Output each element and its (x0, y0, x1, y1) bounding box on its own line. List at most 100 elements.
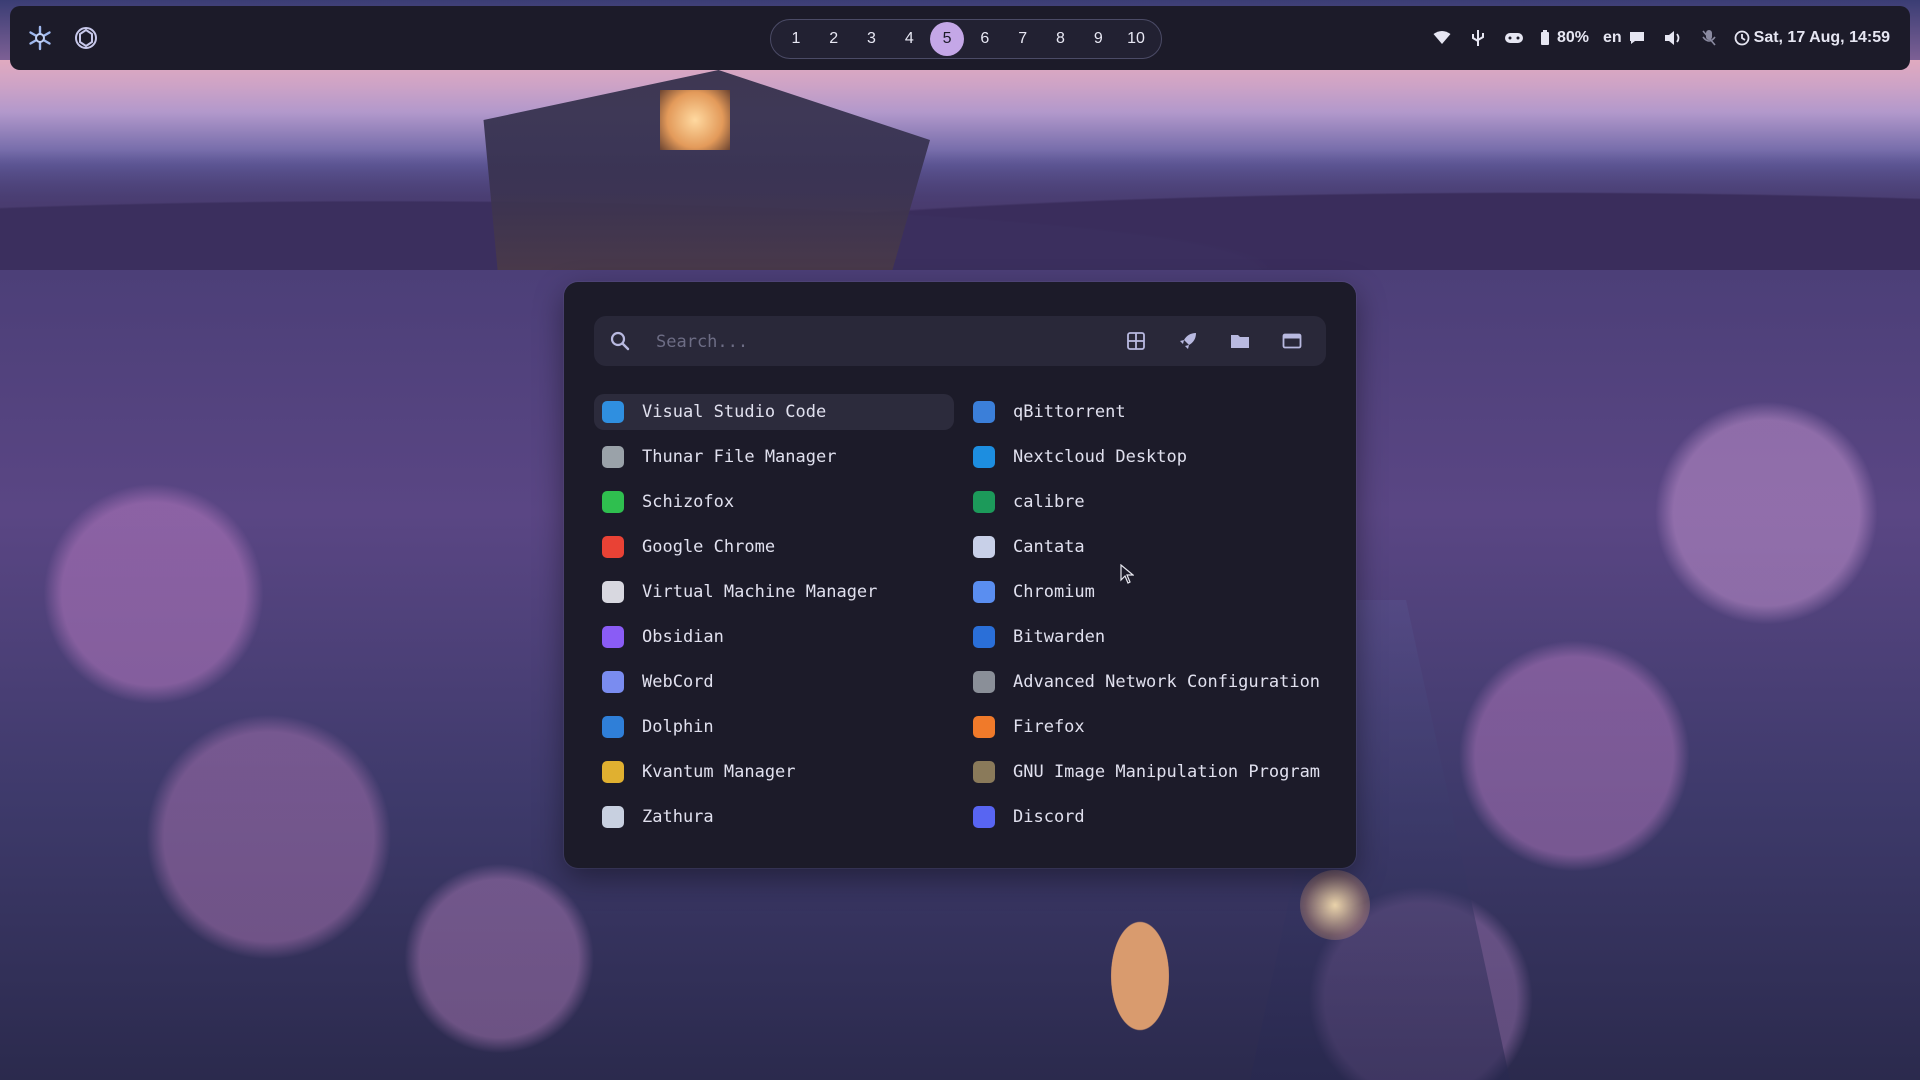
virt-manager-icon (602, 581, 624, 603)
app-item-calibre[interactable]: calibre (965, 484, 1325, 520)
cantata-icon (973, 536, 995, 558)
search-input[interactable] (654, 316, 1078, 368)
chrome-icon (602, 536, 624, 558)
app-item-thunar[interactable]: Thunar File Manager (594, 439, 954, 475)
app-label: Visual Studio Code (642, 402, 827, 422)
bitwarden-icon (973, 626, 995, 648)
workspace-button-5[interactable]: 5 (930, 22, 965, 56)
obsidian-icon (602, 626, 624, 648)
app-item-schizofox[interactable]: Schizofox (594, 484, 954, 520)
wallpaper-lantern (1300, 870, 1370, 940)
workspace-button-4[interactable]: 4 (892, 22, 926, 56)
search-icon (608, 329, 632, 353)
wallpaper-dog (1095, 920, 1185, 1060)
schizofox-icon (602, 491, 624, 513)
wallpaper-hut-window (660, 90, 730, 150)
app-label: qBittorrent (1013, 402, 1126, 422)
app-item-vscode[interactable]: Visual Studio Code (594, 394, 954, 430)
nixos-snowflake-icon[interactable] (20, 18, 60, 58)
volume-icon[interactable] (1662, 27, 1684, 49)
dolphin-icon (602, 716, 624, 738)
mouse-cursor-icon (1120, 563, 1135, 584)
webcord-icon (602, 671, 624, 693)
microphone-muted-icon[interactable] (1698, 27, 1720, 49)
app-label: Google Chrome (642, 537, 776, 557)
battery-level: 80% (1556, 29, 1589, 46)
app-item-nextcloud[interactable]: Nextcloud Desktop (965, 439, 1325, 475)
calibre-icon (973, 491, 995, 513)
app-item-obsidian[interactable]: Obsidian (594, 619, 954, 655)
workspace-switcher: 1 2 3 4 5 6 7 8 9 10 (770, 19, 1162, 59)
workspace-button-3[interactable]: 3 (854, 22, 888, 56)
clock-icon (1734, 27, 1750, 49)
zathura-icon (602, 806, 624, 828)
gamepad-icon[interactable] (1503, 27, 1525, 49)
datetime: Sat, 17 Aug, 14:59 (1753, 29, 1890, 46)
keyboard-layout[interactable]: en (1603, 29, 1622, 47)
app-label: GNU Image Manipulation Program (1013, 762, 1321, 782)
app-item-network-config[interactable]: Advanced Network Configuration (965, 664, 1325, 700)
workspace-button-6[interactable]: 6 (968, 22, 1002, 56)
workspace-button-9[interactable]: 9 (1081, 22, 1115, 56)
battery-icon (1539, 27, 1551, 49)
app-label: Cantata (1013, 537, 1085, 557)
app-label: Bitwarden (1013, 627, 1106, 647)
app-item-gimp[interactable]: GNU Image Manipulation Program (965, 754, 1325, 790)
kvantum-icon (602, 761, 624, 783)
rocket-icon[interactable] (1176, 329, 1200, 353)
app-label: Virtual Machine Manager (642, 582, 878, 602)
app-list-right: qBittorrent Nextcloud Desktop calibre Canta… (965, 394, 1325, 844)
app-label: Schizofox (642, 492, 735, 512)
app-item-discord[interactable]: Discord (965, 799, 1325, 835)
app-label: calibre (1013, 492, 1085, 512)
gimp-icon (973, 761, 995, 783)
vscode-icon (602, 401, 624, 423)
folder-icon[interactable] (1228, 329, 1252, 353)
app-label: Discord (1013, 807, 1085, 827)
app-label: Zathura (642, 807, 714, 827)
clock[interactable]: Sat, 17 Aug, 14:59 (1734, 27, 1890, 49)
app-item-dolphin[interactable]: Dolphin (594, 709, 954, 745)
app-label: Obsidian (642, 627, 724, 647)
discord-icon (973, 806, 995, 828)
workspace-button-2[interactable]: 2 (817, 22, 851, 56)
thunar-icon (602, 446, 624, 468)
app-item-firefox[interactable]: Firefox (965, 709, 1325, 745)
app-item-virt-manager[interactable]: Virtual Machine Manager (594, 574, 954, 610)
app-label: Advanced Network Configuration (1013, 672, 1321, 692)
app-list-left: Visual Studio Code Thunar File Manager Sch… (594, 394, 954, 844)
usb-icon[interactable] (1467, 27, 1489, 49)
app-item-cantata[interactable]: Cantata (965, 529, 1325, 565)
workspace-button-10[interactable]: 10 (1119, 22, 1153, 56)
workspace-button-7[interactable]: 7 (1006, 22, 1040, 56)
app-item-qbittorrent[interactable]: qBittorrent (965, 394, 1325, 430)
battery-indicator[interactable]: 80% (1539, 27, 1589, 49)
notification-icon[interactable] (1626, 27, 1648, 49)
nextcloud-icon (973, 446, 995, 468)
network-config-icon (973, 671, 995, 693)
app-item-chromium[interactable]: Chromium (965, 574, 1325, 610)
status-area: 80% en Sat, 17 Aug, 14:59 (1431, 18, 1890, 58)
desktop: 1 2 3 4 5 6 7 8 9 10 80% en Sat, 17 Aug,… (0, 0, 1920, 1080)
wallpaper-hills (0, 150, 1920, 270)
window-icon[interactable] (1280, 329, 1304, 353)
app-item-kvantum[interactable]: Kvantum Manager (594, 754, 954, 790)
app-label: Chromium (1013, 582, 1095, 602)
chatgpt-icon[interactable] (66, 18, 106, 58)
wifi-icon[interactable] (1431, 27, 1453, 49)
search-bar (594, 316, 1326, 368)
grid-icon[interactable] (1124, 329, 1148, 353)
app-item-chrome[interactable]: Google Chrome (594, 529, 954, 565)
app-label: Kvantum Manager (642, 762, 796, 782)
firefox-icon (973, 716, 995, 738)
app-label: Thunar File Manager (642, 447, 837, 467)
top-bar: 1 2 3 4 5 6 7 8 9 10 80% en Sat, 17 Aug,… (10, 6, 1910, 70)
app-item-bitwarden[interactable]: Bitwarden (965, 619, 1325, 655)
workspace-button-8[interactable]: 8 (1043, 22, 1077, 56)
app-item-zathura[interactable]: Zathura (594, 799, 954, 835)
app-label: Nextcloud Desktop (1013, 447, 1187, 467)
app-item-webcord[interactable]: WebCord (594, 664, 954, 700)
workspace-button-1[interactable]: 1 (779, 22, 813, 56)
chromium-icon (973, 581, 995, 603)
qbittorrent-icon (973, 401, 995, 423)
